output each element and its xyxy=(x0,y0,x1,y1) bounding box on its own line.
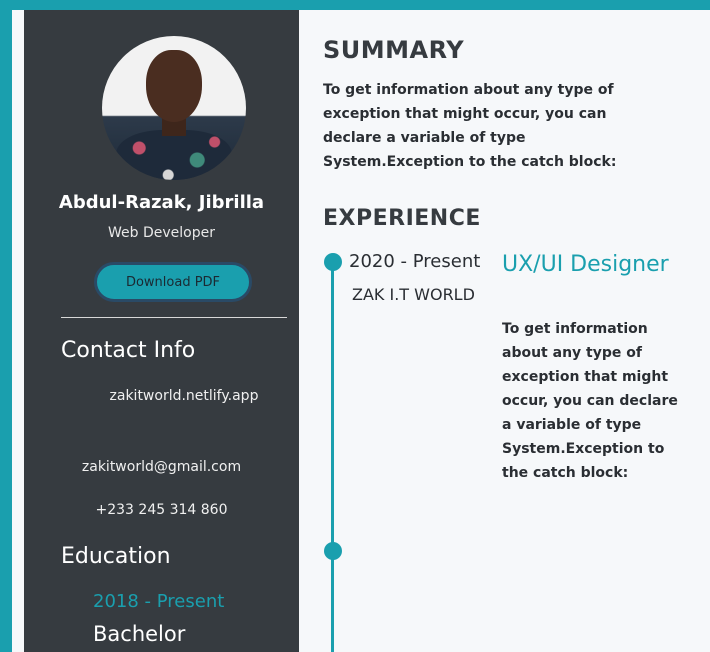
download-pdf-button[interactable]: Download PDF xyxy=(94,262,252,302)
contact-phone: +233 245 314 860 xyxy=(95,502,228,518)
avatar xyxy=(102,36,246,180)
education-heading: Education xyxy=(61,544,171,569)
timeline-dot xyxy=(323,542,342,560)
education-date: 2018 - Present xyxy=(93,591,225,612)
contact-email-link[interactable]: zakitworld@gmail.com xyxy=(24,459,299,475)
sidebar-divider xyxy=(61,317,287,318)
profile-role: Web Developer xyxy=(108,225,215,241)
summary-heading: SUMMARY xyxy=(323,36,465,64)
experience-heading: EXPERIENCE xyxy=(323,206,481,231)
summary-text: To get information about any type of exc… xyxy=(323,82,617,170)
timeline-dot xyxy=(323,253,342,271)
experience-company: ZAK I.T WORLD xyxy=(352,285,475,304)
contact-heading: Contact Info xyxy=(61,338,196,363)
resume-page: Abdul-Razak, Jibrilla Web Developer Down… xyxy=(12,10,710,652)
experience-description: To get information about any type of exc… xyxy=(502,321,678,481)
education-degree: Bachelor xyxy=(93,622,186,646)
avatar-shirt xyxy=(116,130,232,180)
avatar-face xyxy=(146,50,202,122)
contact-website-link[interactable]: zakitworld.netlify.app xyxy=(69,388,299,404)
profile-name: Abdul-Razak, Jibrilla xyxy=(58,192,265,213)
sidebar: Abdul-Razak, Jibrilla Web Developer Down… xyxy=(24,10,299,652)
experience-date: 2020 - Present xyxy=(349,251,481,272)
main-content: SUMMARY To get information about any typ… xyxy=(299,10,710,652)
experience-title: UX/UI Designer xyxy=(502,252,669,277)
timeline-line xyxy=(331,262,334,652)
